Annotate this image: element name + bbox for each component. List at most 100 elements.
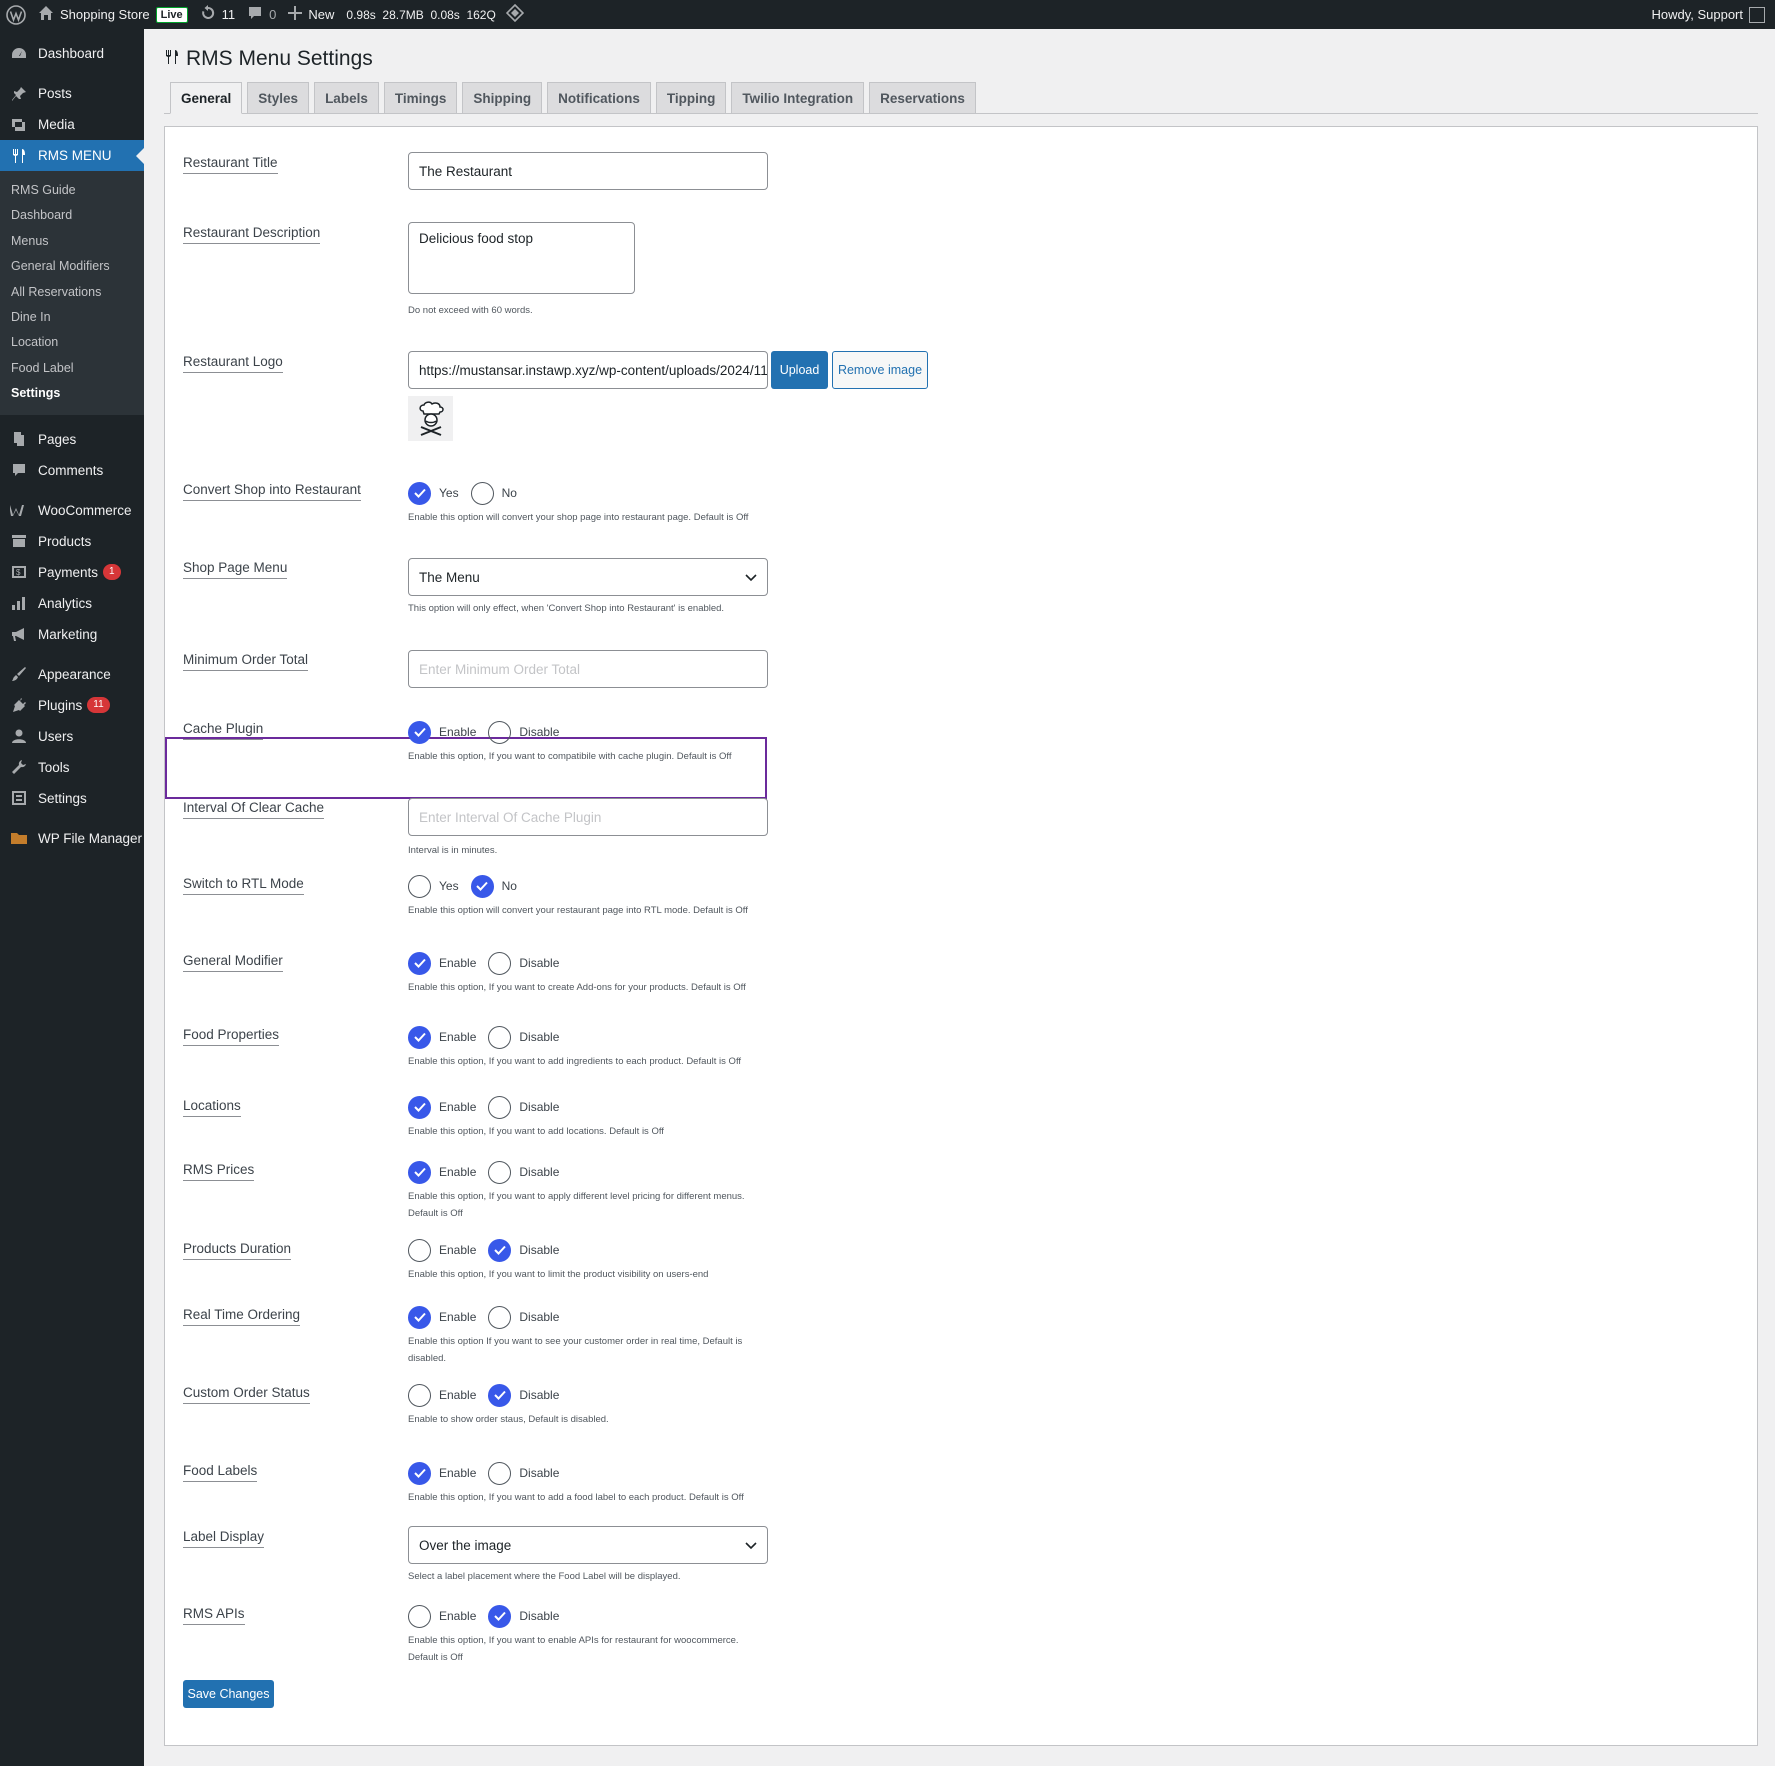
rtl-mode-no-radio[interactable]: No — [470, 874, 517, 898]
wordpress-logo-icon[interactable] — [0, 0, 32, 29]
submenu-item-menus[interactable]: Menus — [0, 229, 144, 254]
convert-shop-yes-radio[interactable]: Yes — [408, 481, 459, 505]
products-duration-enable-radio[interactable]: Enable — [408, 1238, 476, 1262]
tab-shipping[interactable]: Shipping — [462, 82, 543, 113]
rms-prices-help: Enable this option, If you want to apply… — [408, 1191, 745, 1202]
sidebar-item-comments[interactable]: Comments — [0, 455, 144, 486]
tab-timings[interactable]: Timings — [383, 82, 458, 113]
sidebar-label: RMS MENU — [38, 148, 112, 163]
submenu-item-general-modifiers[interactable]: General Modifiers — [0, 254, 144, 279]
page-title-text: RMS Menu Settings — [186, 47, 373, 70]
real-time-ordering-disable-radio[interactable]: Disable — [488, 1305, 559, 1329]
radio-check — [488, 1305, 512, 1329]
radio-check — [408, 1604, 431, 1628]
radio-label: Enable — [439, 1165, 477, 1179]
rms-apis-label: RMS APIs — [183, 1606, 245, 1625]
label-display-select[interactable]: Over the image — [408, 1526, 768, 1564]
tab-reservations[interactable]: Reservations — [869, 82, 976, 113]
rms-prices-disable-radio[interactable]: Disable — [488, 1160, 559, 1184]
rms-apis-enable-radio[interactable]: Enable — [408, 1604, 476, 1628]
save-changes-button[interactable]: Save Changes — [183, 1680, 274, 1708]
sidebar-item-products[interactable]: Products — [0, 526, 144, 557]
radio-check — [488, 1095, 512, 1119]
sidebar-item-settings[interactable]: Settings — [0, 783, 144, 814]
sidebar-item-tools[interactable]: Tools — [0, 752, 144, 783]
sidebar-item-posts[interactable]: Posts — [0, 78, 144, 109]
sidebar-item-users[interactable]: Users — [0, 721, 144, 752]
tab-tipping[interactable]: Tipping — [655, 82, 727, 113]
rtl-mode-label: Switch to RTL Mode — [183, 876, 304, 895]
upload-button[interactable]: Upload — [771, 351, 828, 389]
tab-notifications[interactable]: Notifications — [547, 82, 651, 113]
rms-apis-disable-radio[interactable]: Disable — [488, 1604, 559, 1628]
tab-labels[interactable]: Labels — [314, 82, 379, 113]
submenu-item-location[interactable]: Location — [0, 330, 144, 355]
chevron-down-icon — [745, 1538, 757, 1553]
convert-shop-label: Convert Shop into Restaurant — [183, 482, 361, 501]
cache-plugin-disable-radio[interactable]: Disable — [488, 720, 559, 744]
sidebar-item-rms-menu[interactable]: RMS MENU — [0, 140, 144, 171]
rms-apis-help: Enable this option, If you want to enabl… — [408, 1635, 739, 1646]
locations-disable-radio[interactable]: Disable — [488, 1095, 559, 1119]
tab-twilio-integration[interactable]: Twilio Integration — [731, 82, 865, 113]
tab-general[interactable]: General — [170, 82, 243, 114]
custom-order-status-disable-radio[interactable]: Disable — [488, 1383, 559, 1407]
sidebar-item-analytics[interactable]: Analytics — [0, 588, 144, 619]
sidebar-item-pages[interactable]: Pages — [0, 424, 144, 455]
products-duration-disable-radio[interactable]: Disable — [488, 1238, 559, 1262]
cache-plugin-enable-radio[interactable]: Enable — [408, 720, 476, 744]
sidebar-item-payments[interactable]: $ Payments 1 — [0, 557, 144, 588]
general-modifier-disable-radio[interactable]: Disable — [488, 951, 560, 975]
submenu-item-rms-guide[interactable]: RMS Guide — [0, 178, 144, 203]
submenu-item-dashboard[interactable]: Dashboard — [0, 203, 144, 228]
convert-shop-no-radio[interactable]: No — [470, 481, 517, 505]
products-duration-label: Products Duration — [183, 1241, 292, 1260]
remove-image-button[interactable]: Remove image — [832, 351, 928, 389]
restaurant-logo-label: Restaurant Logo — [183, 354, 283, 373]
general-modifier-enable-radio[interactable]: Enable — [408, 951, 476, 975]
updates-link[interactable]: 11 — [194, 0, 242, 29]
restaurant-description-textarea[interactable]: Delicious food stop — [408, 222, 635, 294]
rms-prices-enable-radio[interactable]: Enable — [408, 1160, 477, 1184]
sidebar-item-woocommerce[interactable]: WooCommerce — [0, 495, 144, 526]
sidebar-item-plugins[interactable]: Plugins 11 — [0, 690, 144, 721]
minimum-order-total-input[interactable]: Enter Minimum Order Total — [408, 650, 768, 688]
interval-clear-cache-input[interactable]: Enter Interval Of Cache Plugin — [408, 798, 768, 836]
media-icon — [9, 115, 29, 135]
new-content-link[interactable]: New — [282, 0, 340, 29]
food-properties-disable-radio[interactable]: Disable — [488, 1025, 559, 1049]
radio-label: Disable — [519, 956, 560, 970]
tab-styles[interactable]: Styles — [247, 82, 310, 113]
user-icon — [9, 726, 29, 746]
sidebar-item-media[interactable]: Media — [0, 109, 144, 140]
sidebar-item-marketing[interactable]: Marketing — [0, 619, 144, 650]
food-labels-disable-radio[interactable]: Disable — [488, 1461, 560, 1485]
custom-order-status-enable-radio[interactable]: Enable — [408, 1383, 476, 1407]
radio-label: Disable — [519, 1466, 560, 1480]
submenu-item-settings[interactable]: Settings — [0, 381, 144, 406]
sidebar-label: Analytics — [38, 595, 93, 611]
real-time-ordering-enable-radio[interactable]: Enable — [408, 1305, 476, 1329]
plug-icon — [9, 695, 29, 715]
submenu-item-all-reservations[interactable]: All Reservations — [0, 280, 144, 305]
radio-check — [408, 951, 431, 975]
locations-enable-radio[interactable]: Enable — [408, 1095, 476, 1119]
query-monitor-stats[interactable]: 0.98s 28.7MB 0.08s 162Q — [340, 0, 529, 29]
restaurant-title-input[interactable]: The Restaurant — [408, 152, 768, 190]
sidebar-item-dashboard[interactable]: Dashboard — [0, 38, 144, 69]
rtl-mode-yes-radio[interactable]: Yes — [408, 874, 459, 898]
restaurant-logo-url-input[interactable]: https://mustansar.instawp.xyz/wp-content… — [408, 351, 768, 389]
food-labels-enable-radio[interactable]: Enable — [408, 1461, 476, 1485]
comment-bubble-icon — [9, 460, 29, 480]
submenu-item-food-label[interactable]: Food Label — [0, 356, 144, 381]
my-account-link[interactable]: Howdy, Support — [1645, 0, 1775, 29]
food-properties-enable-radio[interactable]: Enable — [408, 1025, 476, 1049]
sidebar-item-appearance[interactable]: Appearance — [0, 659, 144, 690]
interval-clear-cache-label: Interval Of Clear Cache — [183, 800, 325, 819]
shop-page-menu-select[interactable]: The Menu — [408, 558, 768, 596]
stats-text: 0.98s 28.7MB 0.08s 162Q — [346, 7, 496, 22]
submenu-item-dine-in[interactable]: Dine In — [0, 305, 144, 330]
comments-link[interactable]: 0 — [241, 0, 282, 29]
site-name-link[interactable]: Shopping Store Live — [32, 0, 194, 29]
sidebar-item-wp-file-manager[interactable]: WP File Manager — [0, 823, 144, 854]
